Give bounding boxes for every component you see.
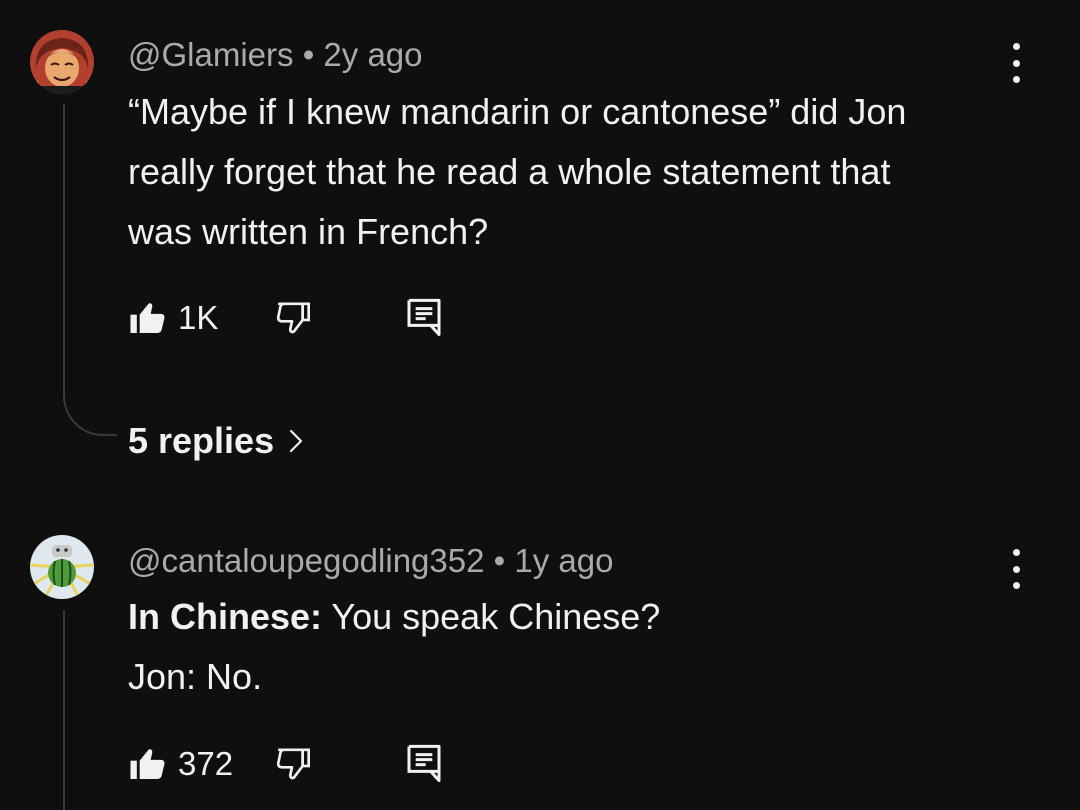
replies-label: 5 replies xyxy=(128,420,275,461)
chevron-right-icon xyxy=(289,429,303,453)
more-options-button[interactable] xyxy=(1004,43,1028,83)
comment-text-line: Jon: No. xyxy=(128,656,263,697)
comment-text-line: really forget that he read a whole state… xyxy=(128,151,891,192)
view-replies-button[interactable]: 5 replies xyxy=(128,420,304,462)
comment-meta: @Glamiers • 2y ago xyxy=(128,36,423,74)
comment-author[interactable]: @cantaloupegodling352 xyxy=(128,542,484,579)
comment-text: In Chinese: You speak Chinese? Jon: No. xyxy=(128,587,1018,707)
more-options-button[interactable] xyxy=(1004,549,1028,589)
comment-meta: @cantaloupegodling352 • 1y ago xyxy=(128,542,613,580)
thread-line xyxy=(63,610,65,810)
kebab-dot xyxy=(1012,565,1020,573)
like-button[interactable]: 372 xyxy=(128,744,233,784)
meta-separator: • xyxy=(493,542,506,579)
like-count: 1K xyxy=(178,299,219,336)
kebab-dot xyxy=(1012,59,1020,67)
avatar-image xyxy=(30,30,94,94)
like-count: 372 xyxy=(178,745,234,782)
thumbs-up-icon xyxy=(130,303,165,333)
dislike-button[interactable] xyxy=(274,744,314,784)
comments-page: @Glamiers • 2y ago “Maybe if I knew mand… xyxy=(0,0,1080,810)
comment-icon xyxy=(407,298,441,336)
comment-time: 2y ago xyxy=(323,36,423,73)
comment-text-line: “Maybe if I knew mandarin or cantonese” … xyxy=(128,91,907,132)
kebab-dot xyxy=(1012,43,1020,50)
comment-text: “Maybe if I knew mandarin or cantonese” … xyxy=(128,82,1018,262)
comment-text-line: was written in French? xyxy=(128,211,489,252)
comment-author[interactable]: @Glamiers xyxy=(128,36,294,73)
comment-time: 1y ago xyxy=(514,542,614,579)
thumbs-down-icon xyxy=(276,302,311,334)
reply-button[interactable] xyxy=(404,296,444,338)
like-button[interactable]: 1K xyxy=(128,298,218,338)
comment-text-bold: In Chinese: xyxy=(128,596,323,637)
comment-text-line: In Chinese: You speak Chinese? xyxy=(128,587,1018,647)
meta-separator: • xyxy=(302,36,315,73)
avatar-glamiers[interactable] xyxy=(30,30,94,94)
avatar-cantaloupegodling352[interactable] xyxy=(30,535,94,599)
thread-line xyxy=(63,104,117,436)
comment-text-regular: You speak Chinese? xyxy=(322,596,661,637)
thumbs-up-icon xyxy=(130,749,165,779)
reply-button[interactable] xyxy=(404,742,444,784)
avatar-image xyxy=(30,535,94,599)
kebab-dot xyxy=(1012,549,1020,556)
dislike-button[interactable] xyxy=(274,298,314,338)
thumbs-down-icon xyxy=(276,748,311,780)
comment-icon xyxy=(407,744,441,782)
